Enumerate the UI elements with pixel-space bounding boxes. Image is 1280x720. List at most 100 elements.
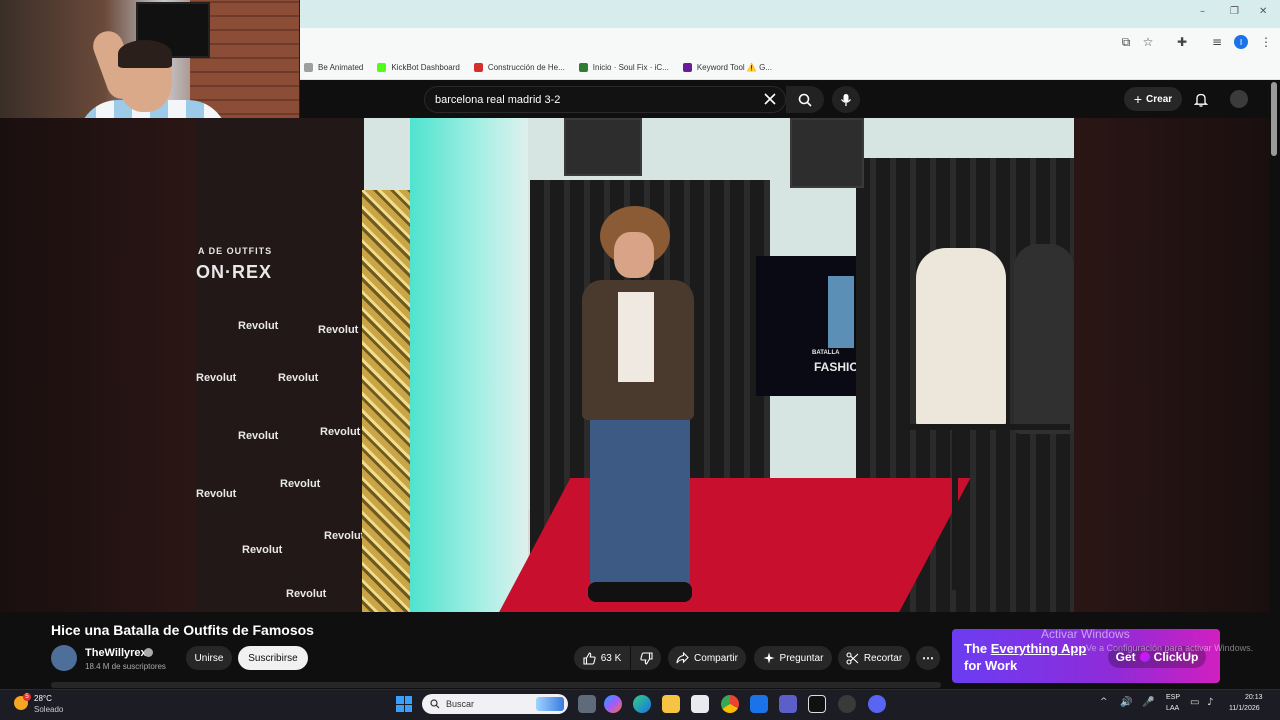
page-scrollbar[interactable] <box>1271 82 1277 156</box>
screen-small-text: BATALLA <box>812 350 840 356</box>
sponsor-logo: Revolut <box>280 478 321 490</box>
taskbar-search-icon <box>430 699 440 709</box>
channel-avatar[interactable] <box>51 645 77 671</box>
media-controls-icon[interactable]: ≡ <box>1208 33 1226 51</box>
lit-wall <box>410 118 528 612</box>
more-actions-button[interactable]: ⋯ <box>916 646 940 670</box>
search-query-text: barcelona real madrid 3-2 <box>435 93 561 106</box>
create-button[interactable]: + Crear <box>1124 87 1182 111</box>
account-avatar[interactable] <box>1230 90 1248 108</box>
store-icon[interactable] <box>691 695 709 713</box>
mail-icon[interactable] <box>750 695 768 713</box>
browser-menu-icon[interactable]: ⋮ <box>1257 33 1275 51</box>
search-input[interactable]: barcelona real madrid 3-2 <box>424 86 786 113</box>
bookmark-label: Keyword Tool ⚠️ G... <box>696 63 772 72</box>
start-windows-icon[interactable] <box>396 696 412 712</box>
notifications-bell-icon[interactable] <box>1190 88 1212 110</box>
model-on-runway <box>574 206 704 612</box>
chrome-icon[interactable] <box>721 695 739 713</box>
sponsor-logo: Revolut <box>196 488 237 500</box>
ask-label: Preguntar <box>779 652 824 664</box>
dislike-button[interactable] <box>631 646 661 670</box>
volume-icon[interactable]: ♪ <box>1207 697 1213 708</box>
network-icon[interactable]: ▭ <box>1190 697 1199 708</box>
obs-icon[interactable] <box>838 695 856 713</box>
model-shoes <box>588 582 692 602</box>
weather-description[interactable]: Soleado <box>34 705 63 714</box>
install-app-icon[interactable]: ⧉ <box>1117 33 1135 51</box>
input-layout[interactable]: LAA <box>1166 705 1179 712</box>
teams-icon[interactable] <box>779 695 797 713</box>
tray-overflow-icon[interactable]: ^ <box>1100 697 1108 707</box>
taskbar-search-box[interactable]: Buscar <box>422 694 568 714</box>
weather-badge: 5 <box>23 693 31 701</box>
red-carpet <box>496 478 971 612</box>
speaker-icon[interactable]: 🔊 <box>1120 697 1132 708</box>
discord-icon[interactable] <box>868 695 886 713</box>
close-window-icon[interactable]: ✕ <box>1259 6 1267 17</box>
clock-date[interactable]: 11/1/2026 <box>1229 705 1260 712</box>
plus-icon: + <box>1133 91 1143 107</box>
clickup-logo-icon <box>1139 652 1150 662</box>
subscribe-label: Suscribirse <box>248 652 298 664</box>
model-top <box>618 292 654 382</box>
sponsor-logo: Revolut <box>242 544 283 556</box>
bookmark-favicon <box>304 63 313 72</box>
sponsor-logo: Revolut <box>196 372 237 384</box>
sponsor-logo: Revolut <box>278 372 319 384</box>
video-frame[interactable]: A DE OUTFITS ON·REX Revolut Revolut Revo… <box>196 118 1074 612</box>
bookmark-kickbot[interactable]: KickBot Dashboard <box>377 63 460 72</box>
minimize-icon[interactable]: – <box>1200 6 1205 17</box>
bookmark-be-animated[interactable]: Be Animated <box>304 63 363 72</box>
task-view-icon[interactable] <box>578 695 596 713</box>
thumbs-up-icon <box>583 651 596 665</box>
taskbar-search-placeholder: Buscar <box>446 699 475 709</box>
file-explorer-icon[interactable] <box>662 695 680 713</box>
ask-button[interactable]: Preguntar <box>754 646 832 670</box>
banner-title: ON·REX <box>196 262 273 282</box>
clock-time[interactable]: 20:13 <box>1245 694 1263 701</box>
scissors-icon <box>846 651 859 665</box>
share-button[interactable]: Compartir <box>668 646 746 670</box>
subscribe-button[interactable]: Suscribirse <box>238 646 308 670</box>
join-label: Unirse <box>194 652 224 664</box>
sponsor-logo: Revolut <box>324 530 365 542</box>
video-player[interactable]: A DE OUTFITS ON·REX Revolut Revolut Revo… <box>0 118 1270 612</box>
bookmark-label: Be Animated <box>318 63 364 72</box>
bookmark-keyword-tool[interactable]: Keyword Tool ⚠️ G... <box>682 63 772 72</box>
profile-initial: I <box>1234 35 1248 49</box>
weather-temperature[interactable]: 28°C <box>34 694 52 703</box>
create-label: Crear <box>1146 93 1173 105</box>
edge-icon[interactable] <box>633 695 651 713</box>
bookmark-favicon <box>473 63 483 72</box>
restore-icon[interactable]: ❐ <box>1230 6 1239 17</box>
bookmark-star-icon[interactable]: ☆ <box>1139 33 1157 51</box>
subscriber-count: 18.4 M de suscriptores <box>85 662 166 671</box>
copilot-icon[interactable] <box>604 695 622 713</box>
clip-button[interactable]: Recortar <box>838 646 910 670</box>
stage-light <box>564 118 642 176</box>
profile-icon[interactable]: I <box>1232 33 1250 51</box>
banner-subtitle: A DE OUTFITS <box>198 246 273 256</box>
sponsor-logo: Revolut <box>320 426 361 438</box>
microphone-tray-icon[interactable]: 🎤 <box>1142 697 1154 708</box>
activate-windows-subtitle: Ve a Configuración para activar Windows. <box>1086 643 1254 653</box>
search-button[interactable] <box>786 86 824 113</box>
voice-search-button[interactable] <box>832 86 860 113</box>
like-button[interactable]: 63 K <box>574 646 630 670</box>
join-button[interactable]: Unirse <box>186 646 232 670</box>
bookmark-construccion[interactable]: Construcción de He... <box>473 63 565 72</box>
more-dots-icon: ⋯ <box>922 651 934 665</box>
mannequin-scarf <box>916 248 1006 428</box>
extensions-icon[interactable]: ✚ <box>1173 33 1191 51</box>
description-box[interactable] <box>51 682 941 688</box>
input-language[interactable]: ESP <box>1166 694 1180 701</box>
activate-windows-title: Activar Windows <box>1041 627 1130 641</box>
channel-name[interactable]: TheWillyrex <box>85 647 147 659</box>
kickbot-app-icon[interactable] <box>808 695 826 713</box>
screen-graphic <box>828 276 854 348</box>
clear-search-icon[interactable] <box>760 89 780 109</box>
browser-tab-strip <box>300 0 1280 28</box>
ambient-left <box>0 118 196 612</box>
bookmark-soul-fix[interactable]: Inicio · Soul Fix · iC... <box>578 63 669 72</box>
